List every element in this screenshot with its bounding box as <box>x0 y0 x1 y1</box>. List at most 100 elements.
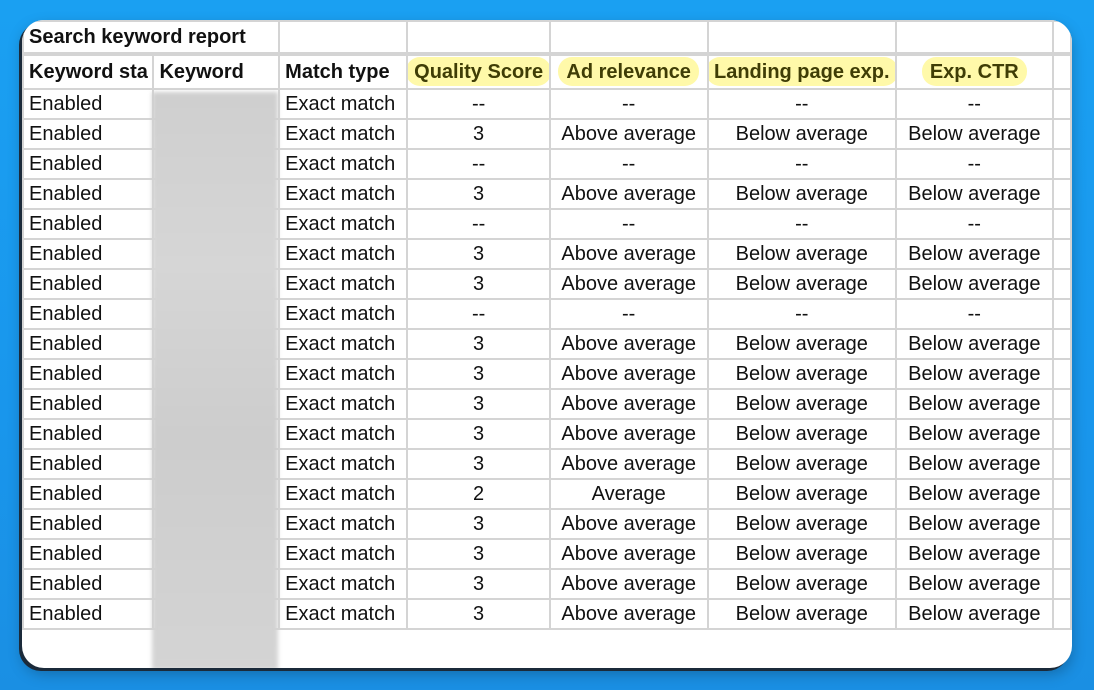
cell-exp-ctr[interactable]: Below average <box>894 238 1054 270</box>
cell-quality-score[interactable]: -- <box>406 88 551 120</box>
cell[interactable] <box>1051 238 1072 270</box>
cell[interactable] <box>706 20 897 54</box>
cell-exp-ctr[interactable]: Below average <box>894 508 1054 540</box>
cell-match-type[interactable]: Exact match <box>278 298 409 330</box>
cell-keyword-status[interactable]: Enabled <box>22 268 155 300</box>
cell-exp-ctr[interactable]: -- <box>894 208 1054 240</box>
cell-landing-page-exp[interactable]: Below average <box>706 328 897 360</box>
cell-keyword-status[interactable]: Enabled <box>22 508 155 540</box>
cell-exp-ctr[interactable]: Below average <box>894 568 1054 600</box>
cell-landing-page-exp[interactable]: -- <box>706 298 897 330</box>
cell-match-type[interactable]: Exact match <box>278 418 409 450</box>
cell-ad-relevance[interactable]: Above average <box>548 508 709 540</box>
cell-match-type[interactable]: Exact match <box>278 328 409 360</box>
cell-ad-relevance[interactable]: Above average <box>548 568 709 600</box>
cell-quality-score[interactable]: 2 <box>406 478 551 510</box>
cell-ad-relevance[interactable]: Above average <box>548 388 709 420</box>
cell[interactable] <box>1051 568 1072 600</box>
cell-landing-page-exp[interactable]: Below average <box>706 478 897 510</box>
cell-ad-relevance[interactable]: -- <box>548 208 709 240</box>
cell-exp-ctr[interactable]: -- <box>894 88 1054 120</box>
cell[interactable] <box>1051 328 1072 360</box>
cell-keyword-status[interactable]: Enabled <box>22 118 155 150</box>
cell-match-type[interactable]: Exact match <box>278 208 409 240</box>
cell-quality-score[interactable]: 3 <box>406 598 551 630</box>
cell-match-type[interactable]: Exact match <box>278 178 409 210</box>
cell-landing-page-exp[interactable]: -- <box>706 88 897 120</box>
cell-quality-score[interactable]: 3 <box>406 418 551 450</box>
cell[interactable] <box>1051 88 1072 120</box>
cell-landing-page-exp[interactable]: Below average <box>706 448 897 480</box>
cell-match-type[interactable]: Exact match <box>278 388 409 420</box>
cell[interactable] <box>1051 148 1072 180</box>
cell-keyword-status[interactable]: Enabled <box>22 418 155 450</box>
cell-exp-ctr[interactable]: Below average <box>894 268 1054 300</box>
cell-exp-ctr[interactable]: Below average <box>894 358 1054 390</box>
cell-keyword-status[interactable]: Enabled <box>22 448 155 480</box>
cell-ad-relevance[interactable]: Above average <box>548 358 709 390</box>
cell[interactable] <box>1051 508 1072 540</box>
cell-ad-relevance[interactable]: Above average <box>548 178 709 210</box>
cell-landing-page-exp[interactable]: Below average <box>706 358 897 390</box>
cell-ad-relevance[interactable]: Above average <box>548 268 709 300</box>
cell-match-type[interactable]: Exact match <box>278 358 409 390</box>
cell-match-type[interactable]: Exact match <box>278 148 409 180</box>
cell-quality-score[interactable]: 3 <box>406 508 551 540</box>
cell[interactable] <box>1051 448 1072 480</box>
cell-exp-ctr[interactable]: Below average <box>894 118 1054 150</box>
cell-ad-relevance[interactable]: Above average <box>548 448 709 480</box>
cell[interactable] <box>1051 178 1072 210</box>
cell-match-type[interactable]: Exact match <box>278 238 409 270</box>
cell[interactable] <box>1051 20 1072 54</box>
cell-ad-relevance[interactable]: Above average <box>548 598 709 630</box>
cell-ad-relevance[interactable]: Average <box>548 478 709 510</box>
cell-keyword-status[interactable]: Enabled <box>22 598 155 630</box>
cell-match-type[interactable]: Exact match <box>278 598 409 630</box>
cell-ad-relevance[interactable]: Above average <box>548 238 709 270</box>
cell[interactable] <box>1051 598 1072 630</box>
cell-quality-score[interactable]: 3 <box>406 268 551 300</box>
header-keyword-status[interactable]: Keyword sta <box>22 54 155 90</box>
cell-match-type[interactable]: Exact match <box>278 478 409 510</box>
cell[interactable] <box>1051 208 1072 240</box>
report-title[interactable]: Search keyword report <box>22 20 281 54</box>
cell-exp-ctr[interactable]: Below average <box>894 448 1054 480</box>
cell-exp-ctr[interactable]: Below average <box>894 178 1054 210</box>
cell-keyword-status[interactable]: Enabled <box>22 298 155 330</box>
cell-keyword-status[interactable]: Enabled <box>22 148 155 180</box>
cell-keyword-status[interactable]: Enabled <box>22 208 155 240</box>
cell[interactable] <box>1051 118 1072 150</box>
cell[interactable] <box>1051 538 1072 570</box>
cell-landing-page-exp[interactable]: Below average <box>706 268 897 300</box>
cell-keyword-status[interactable]: Enabled <box>22 238 155 270</box>
header-quality-score[interactable]: Quality Score <box>406 54 551 90</box>
cell-landing-page-exp[interactable]: Below average <box>706 508 897 540</box>
cell-quality-score[interactable]: 3 <box>406 238 551 270</box>
cell-match-type[interactable]: Exact match <box>278 118 409 150</box>
cell-keyword-status[interactable]: Enabled <box>22 178 155 210</box>
cell-landing-page-exp[interactable]: Below average <box>706 538 897 570</box>
cell-quality-score[interactable]: 3 <box>406 448 551 480</box>
cell-ad-relevance[interactable]: -- <box>548 298 709 330</box>
cell-match-type[interactable]: Exact match <box>278 538 409 570</box>
cell-landing-page-exp[interactable]: -- <box>706 208 897 240</box>
cell-match-type[interactable]: Exact match <box>278 88 409 120</box>
cell-landing-page-exp[interactable]: Below average <box>706 568 897 600</box>
cell[interactable] <box>1051 418 1072 450</box>
cell-landing-page-exp[interactable]: Below average <box>706 178 897 210</box>
header-landing-page-exp[interactable]: Landing page exp. <box>706 54 897 90</box>
header-keyword[interactable]: Keyword <box>152 54 281 90</box>
header-exp-ctr[interactable]: Exp. CTR <box>894 54 1054 90</box>
cell-quality-score[interactable]: -- <box>406 208 551 240</box>
cell-exp-ctr[interactable]: Below average <box>894 538 1054 570</box>
header-ad-relevance[interactable]: Ad relevance <box>548 54 709 90</box>
cell-quality-score[interactable]: -- <box>406 148 551 180</box>
cell-landing-page-exp[interactable]: -- <box>706 148 897 180</box>
cell-match-type[interactable]: Exact match <box>278 508 409 540</box>
cell-ad-relevance[interactable]: Above average <box>548 328 709 360</box>
cell-keyword-status[interactable]: Enabled <box>22 358 155 390</box>
cell-quality-score[interactable]: 3 <box>406 178 551 210</box>
cell-ad-relevance[interactable]: -- <box>548 148 709 180</box>
cell-match-type[interactable]: Exact match <box>278 448 409 480</box>
cell-quality-score[interactable]: 3 <box>406 388 551 420</box>
